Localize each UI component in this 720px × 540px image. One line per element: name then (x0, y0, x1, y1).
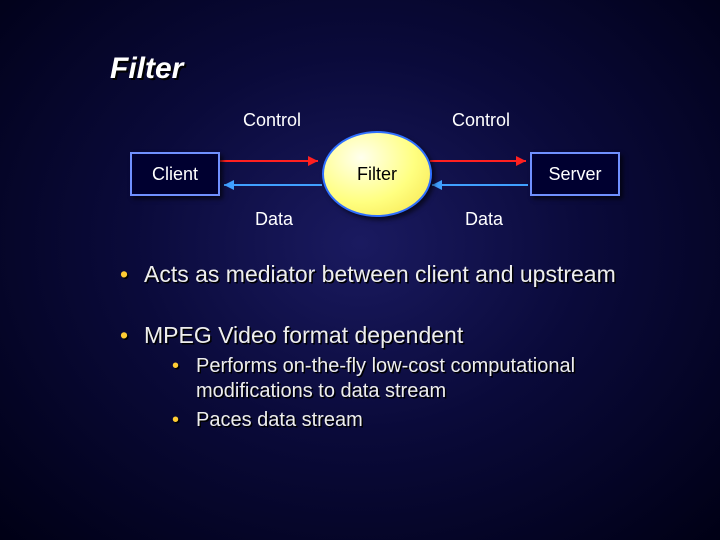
diagram: Client Server Filter Control Control Dat… (130, 110, 620, 240)
edge-label-control-left: Control (243, 110, 301, 131)
slide-title: Filter (110, 52, 183, 86)
edge-label-data-left: Data (255, 209, 293, 230)
bullet-text: MPEG Video format dependent (144, 322, 463, 348)
filter-node: Filter (322, 131, 432, 217)
bullet-item: MPEG Video format dependent Performs on-… (120, 321, 650, 433)
edge-label-data-right: Data (465, 209, 503, 230)
client-box: Client (130, 152, 220, 196)
bullet-subitem: Performs on-the-fly low-cost computation… (172, 354, 650, 404)
server-box: Server (530, 152, 620, 196)
edge-label-control-right: Control (452, 110, 510, 131)
bullet-list: Acts as mediator between client and upst… (120, 260, 650, 465)
bullet-item: Acts as mediator between client and upst… (120, 260, 650, 289)
bullet-subitem: Paces data stream (172, 408, 650, 433)
